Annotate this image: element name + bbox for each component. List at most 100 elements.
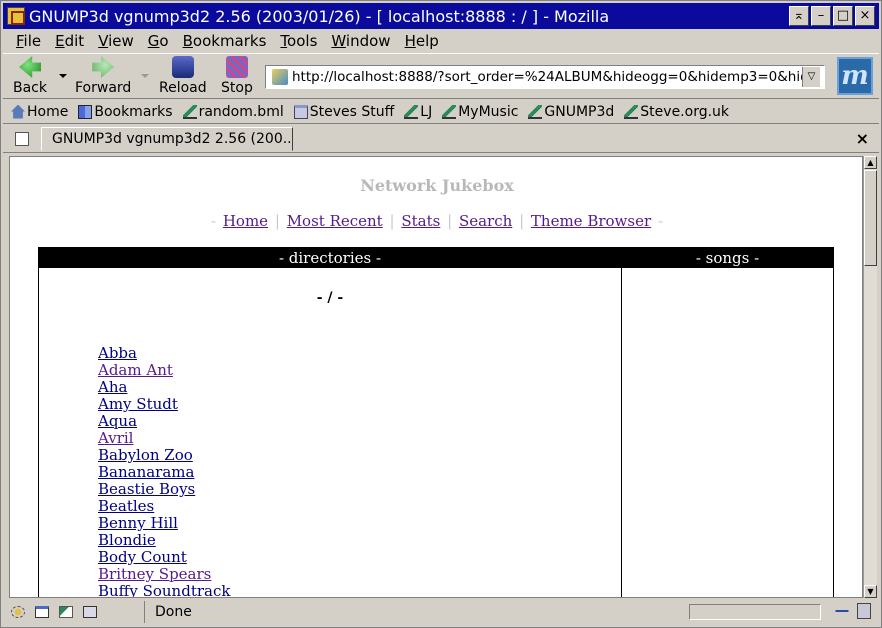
stop-button[interactable]: Stop (221, 56, 253, 98)
list-item: Avril (98, 430, 230, 447)
bookmark-lj[interactable]: LJ (404, 104, 432, 120)
menu-file[interactable]: File (9, 32, 48, 50)
new-tab-icon[interactable] (15, 132, 29, 146)
menu-window[interactable]: Window (324, 32, 397, 50)
jukebox-table: - directories - - songs - - / - Abba Ada… (38, 247, 834, 598)
menu-tools[interactable]: Tools (273, 32, 324, 50)
home-icon (11, 104, 25, 119)
progress-meter (689, 604, 821, 620)
menu-bar: File Edit View Go Bookmarks Tools Window… (3, 30, 879, 52)
tab-label: GNUMP3d vgnump3d2 2.56 (200... (52, 131, 293, 147)
directory-link[interactable]: Beastie Boys (98, 480, 195, 498)
directory-link[interactable]: Amy Studt (98, 395, 178, 413)
menu-help[interactable]: Help (398, 32, 446, 50)
online-status-icon[interactable] (831, 605, 853, 617)
bookmark-icon (182, 104, 197, 119)
back-arrow-icon (19, 56, 41, 78)
list-item: Benny Hill (98, 515, 230, 532)
nav-stats-link[interactable]: Stats (401, 212, 440, 230)
stick-window-button[interactable]: ⌅ (789, 6, 809, 26)
nav-most-recent-link[interactable]: Most Recent (287, 212, 383, 230)
list-item: Body Count (98, 549, 230, 566)
menu-view[interactable]: View (91, 32, 141, 50)
bookmark-icon (624, 104, 639, 119)
menu-edit[interactable]: Edit (48, 32, 91, 50)
directory-link[interactable]: Buffy Soundtrack (98, 582, 230, 598)
directory-link[interactable]: Beatles (98, 497, 154, 515)
forward-button[interactable]: Forward (75, 56, 131, 98)
close-window-button[interactable]: × (855, 6, 875, 26)
list-item: Aqua (98, 413, 230, 430)
list-item: Bananarama (98, 464, 230, 481)
nav-search-link[interactable]: Search (459, 212, 512, 230)
stop-label: Stop (221, 80, 253, 96)
directory-link[interactable]: Adam Ant (98, 361, 173, 379)
maximize-button[interactable]: □ (833, 6, 853, 26)
bookmarks-icon (78, 104, 93, 119)
back-history-dropdown-icon[interactable] (59, 74, 67, 78)
list-item: Blondie (98, 532, 230, 549)
security-lock-icon[interactable] (857, 603, 871, 619)
songs-header: - songs - (622, 248, 833, 268)
page-content[interactable]: Network Jukebox - Home | Most Recent | S… (9, 156, 863, 598)
directory-link[interactable]: Benny Hill (98, 514, 178, 532)
directory-link[interactable]: Aha (98, 378, 127, 396)
forward-arrow-icon (92, 56, 115, 78)
list-item: Beastie Boys (98, 481, 230, 498)
reload-button[interactable]: Reload (159, 56, 207, 98)
url-history-dropdown[interactable]: ▽ (802, 67, 820, 87)
stop-icon (225, 56, 248, 78)
bookmark-steve-org-uk[interactable]: Steve.org.uk (624, 104, 729, 120)
tab-bar: GNUMP3d vgnump3d2 2.56 (200... × (3, 125, 879, 153)
scroll-down-arrow-icon[interactable]: ▼ (864, 585, 877, 598)
bookmark-random-bml[interactable]: random.bml (182, 104, 284, 120)
back-label: Back (13, 80, 47, 96)
bookmark-gnump3d[interactable]: GNUMP3d (528, 104, 614, 120)
mail-icon[interactable] (35, 606, 49, 618)
directory-link[interactable]: Bananarama (98, 463, 194, 481)
address-book-icon[interactable] (83, 606, 97, 618)
nav-theme-browser-link[interactable]: Theme Browser (531, 212, 651, 230)
menu-bookmarks[interactable]: Bookmarks (176, 32, 274, 50)
bookmark-home[interactable]: Home (11, 104, 68, 120)
directory-link[interactable]: Babylon Zoo (98, 446, 193, 464)
bookmark-steves-stuff[interactable]: Steves Stuff (293, 104, 394, 120)
page-title: Network Jukebox (360, 176, 514, 195)
navigator-icon[interactable] (11, 606, 25, 618)
menu-go[interactable]: Go (141, 32, 176, 50)
forward-label: Forward (75, 80, 132, 96)
scroll-thumb[interactable] (864, 170, 877, 266)
bookmark-mymusic[interactable]: MyMusic (442, 104, 518, 120)
close-tab-button[interactable]: × (856, 129, 869, 148)
directory-link[interactable]: Abba (98, 344, 137, 362)
vertical-scrollbar[interactable]: ▲ ▼ (863, 156, 877, 598)
list-item: Britney Spears (98, 566, 230, 583)
minimize-button[interactable]: – (811, 6, 831, 26)
title-bar[interactable]: GNUMP3d vgnump3d2 2.56 (2003/01/26) - [ … (3, 3, 879, 29)
forward-history-dropdown-icon[interactable] (141, 74, 149, 78)
back-button[interactable]: Back (13, 56, 47, 98)
list-item: Beatles (98, 498, 230, 515)
bookmark-icon (528, 104, 543, 119)
tab-gnump3d[interactable]: GNUMP3d vgnump3d2 2.56 (200... (41, 127, 293, 151)
list-item: Babylon Zoo (98, 447, 230, 464)
personal-toolbar: Home Bookmarks random.bml Steves Stuff L… (3, 100, 879, 124)
page-proxy-icon[interactable] (272, 69, 288, 85)
directory-link[interactable]: Avril (98, 429, 133, 447)
directory-link[interactable]: Blondie (98, 531, 156, 549)
bookmark-bookmarks[interactable]: Bookmarks (78, 104, 173, 120)
directory-link[interactable]: Aqua (98, 412, 137, 430)
address-bar[interactable]: ▽ (265, 65, 825, 89)
reload-icon (171, 56, 194, 78)
directories-header: - directories - (39, 248, 621, 268)
mozilla-app-icon[interactable] (7, 7, 25, 25)
directory-link[interactable]: Body Count (98, 548, 187, 566)
composer-icon[interactable] (59, 606, 73, 618)
url-input[interactable] (292, 69, 802, 85)
navigation-toolbar: Back Forward Reload Stop ▽ m (3, 53, 879, 99)
scroll-up-arrow-icon[interactable]: ▲ (864, 156, 877, 169)
list-item: Amy Studt (98, 396, 230, 413)
mozilla-throbber-logo[interactable]: m (837, 57, 873, 95)
directory-link[interactable]: Britney Spears (98, 565, 211, 583)
nav-home-link[interactable]: Home (223, 212, 268, 230)
